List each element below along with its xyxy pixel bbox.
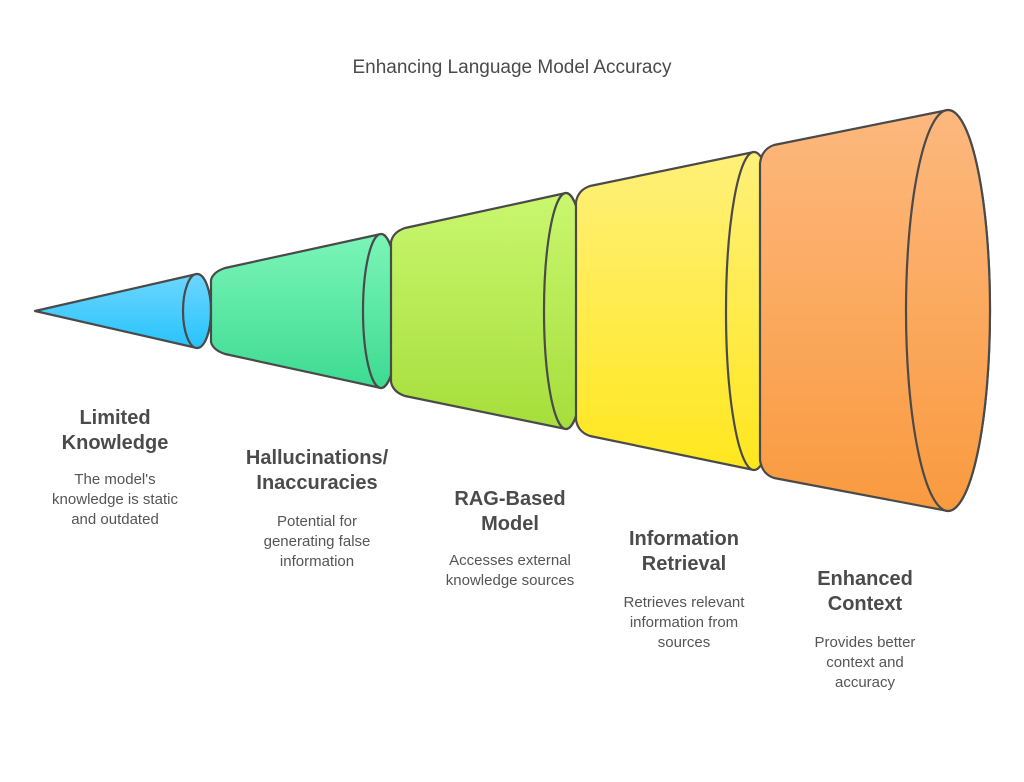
heading-line: Model (481, 513, 539, 535)
desc-line: Provides better (814, 634, 916, 651)
stage-description: Provides better context and accuracy (795, 633, 935, 693)
heading-line: Hallucinations/ (245, 447, 389, 469)
desc-line: knowledge is static (52, 491, 178, 508)
stage-description: Retrieves relevant information from sour… (604, 593, 764, 653)
stage-description: Accesses external knowledge sources (425, 551, 595, 591)
heading-line: Inaccuracies (256, 472, 378, 494)
desc-line: knowledge sources (445, 572, 575, 589)
stage-description: The model's knowledge is static and outd… (45, 470, 185, 530)
cone-limited-knowledge-end-cap (181, 272, 213, 350)
desc-line: Retrieves relevant (623, 594, 745, 611)
stage-heading: RAG-Based Model (425, 487, 595, 537)
desc-line: accuracy (834, 674, 896, 691)
stage-description: Potential for generating false informati… (232, 512, 402, 572)
desc-line: information from (629, 614, 739, 631)
desc-line: The model's (74, 471, 156, 488)
heading-line: Retrieval (641, 553, 727, 575)
segment-enhanced-context-end-cap (904, 108, 992, 513)
diagram-title: Enhancing Language Model Accuracy (352, 57, 672, 78)
heading-line: Information (629, 528, 739, 550)
desc-line: Potential for (276, 513, 358, 530)
desc-line: information (279, 553, 355, 570)
stage-label-enhanced-context: Enhanced Context Provides better context… (795, 567, 935, 693)
stage-label-information-retrieval: Information Retrieval Retrieves relevant… (604, 527, 764, 653)
desc-line: generating false (263, 533, 371, 550)
stage-label-hallucinations: Hallucinations/ Inaccuracies Potential f… (232, 446, 402, 572)
heading-line: Limited (79, 407, 151, 429)
stage-label-limited-knowledge: Limited Knowledge The model's knowledge … (45, 406, 185, 530)
heading-line: Enhanced (817, 568, 913, 590)
stage-heading: Limited Knowledge (45, 406, 185, 456)
heading-line: RAG-Based (454, 488, 566, 510)
desc-line: and outdated (71, 511, 159, 528)
stage-heading: Enhanced Context (795, 567, 935, 617)
desc-line: context and (826, 654, 904, 671)
stage-heading: Hallucinations/ Inaccuracies (232, 446, 402, 496)
stage-heading: Information Retrieval (604, 527, 764, 577)
stage-label-rag-based-model: RAG-Based Model Accesses external knowle… (425, 487, 595, 591)
heading-line: Knowledge (61, 432, 169, 454)
desc-line: Accesses external (449, 552, 571, 569)
desc-line: sources (657, 634, 711, 651)
heading-line: Context (827, 593, 903, 615)
